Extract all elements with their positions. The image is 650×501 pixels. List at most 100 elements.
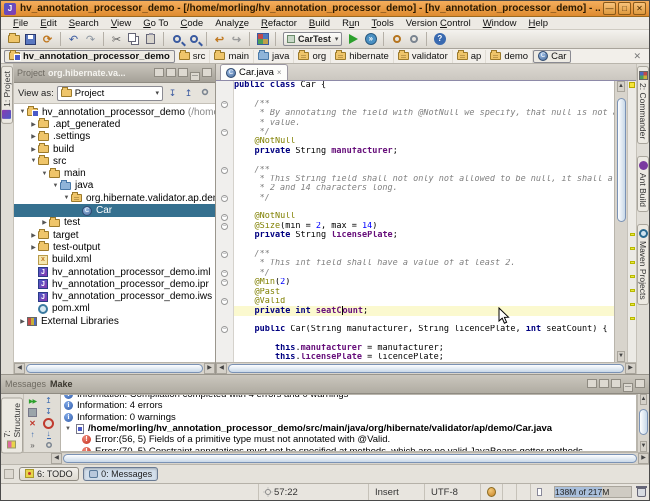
open-icon[interactable]: [5, 31, 22, 47]
code-line[interactable]: * This String field shall not only not a…: [216, 175, 614, 184]
tree-item-java[interactable]: ▼java: [14, 180, 215, 192]
code-line[interactable]: [216, 203, 614, 212]
readonly-toggle[interactable]: [530, 484, 548, 500]
project-panel-header[interactable]: Project org.hibernate.va... —: [14, 64, 215, 83]
tree-item-main[interactable]: ▼main: [14, 167, 215, 179]
dock-icon[interactable]: [166, 68, 176, 77]
copy-icon[interactable]: [125, 31, 142, 47]
menu-analyze[interactable]: Analyze: [209, 18, 255, 29]
minimize-icon[interactable]: —: [623, 383, 633, 392]
project-tree-hscrollbar[interactable]: ◀ ▶: [14, 362, 215, 374]
collapsed-arrow-icon[interactable]: ▶: [29, 232, 38, 239]
encoding-indicator[interactable]: UTF-8: [424, 484, 480, 500]
expanded-arrow-icon[interactable]: ▼: [40, 171, 49, 177]
expanded-arrow-icon[interactable]: ▼: [51, 183, 60, 189]
code-line[interactable]: private int seatCount;: [216, 306, 614, 315]
tree-item-car[interactable]: CCar: [14, 204, 215, 216]
messages-header[interactable]: Messages Make —: [1, 375, 649, 394]
tree-item-org-hibernate-validator-ap-demo[interactable]: ▼org.hibernate.validator.ap.demo: [14, 192, 215, 204]
scrollbar-thumb[interactable]: [617, 98, 626, 222]
tree-item-hv-annotation-processor-demo-ipr[interactable]: Jhv_annotation_processor_demo.ipr: [14, 278, 215, 290]
tree-item-test-output[interactable]: ▶test-output: [14, 241, 215, 253]
menu-run[interactable]: Run: [336, 18, 365, 29]
error-stripe[interactable]: [627, 81, 636, 362]
warning-stripe-mark[interactable]: [630, 317, 635, 320]
breadcrumb-item-java[interactable]: java: [254, 50, 294, 63]
settings-icon[interactable]: [198, 87, 211, 100]
code-line[interactable]: private String licensePlate;: [216, 231, 614, 240]
code-editor[interactable]: public class Car {− /** * By annotating …: [216, 81, 614, 362]
info-row[interactable]: iInformation: 0 warnings: [64, 412, 636, 423]
code-line[interactable]: − public Car(String manufacturer, String…: [216, 325, 614, 334]
code-line[interactable]: @NotNull: [216, 137, 614, 146]
warning-stripe-mark[interactable]: [630, 247, 635, 250]
expanded-arrow-icon[interactable]: ▼: [18, 109, 27, 115]
fold-marker-icon[interactable]: −: [221, 251, 228, 258]
breadcrumb-item-hibernate[interactable]: hibernate: [331, 50, 394, 63]
toolwindow-button-7-structure[interactable]: 7: Structure: [1, 397, 23, 453]
code-line[interactable]: * By annotating the field with @NotNull …: [216, 109, 614, 118]
collapsed-arrow-icon[interactable]: ▶: [29, 133, 38, 140]
file-row[interactable]: ▼/home/morling/hv_annotation_processor_d…: [64, 423, 636, 434]
warning-stripe-mark[interactable]: [630, 275, 635, 278]
toolwindow-button-2-commander[interactable]: 2: Commander: [637, 66, 649, 144]
garbage-collector-icon[interactable]: [637, 488, 646, 497]
expanded-arrow-icon[interactable]: ▼: [29, 158, 38, 164]
expanded-arrow-icon[interactable]: ▼: [64, 426, 72, 432]
fold-marker-icon[interactable]: −: [221, 167, 228, 174]
tree-item-test[interactable]: ▶test: [14, 217, 215, 229]
fold-marker-icon[interactable]: −: [221, 223, 228, 230]
help-icon[interactable]: ?: [431, 31, 448, 47]
collapse-all-icon[interactable]: ↥: [182, 87, 195, 100]
breadcrumb-item-demo[interactable]: demo: [486, 50, 533, 63]
collapsed-arrow-icon[interactable]: ▶: [29, 146, 38, 153]
menu-refactor[interactable]: Refactor: [255, 18, 303, 29]
hide-icon[interactable]: [635, 379, 645, 388]
tree-item--apt-generated[interactable]: ▶.apt_generated: [14, 118, 215, 130]
code-line[interactable]: − */: [216, 194, 614, 203]
warning-stripe-mark[interactable]: [630, 233, 635, 236]
minimize-button[interactable]: —: [603, 2, 616, 15]
undo-icon[interactable]: [65, 31, 82, 47]
editor-vscrollbar[interactable]: ▲ ▼: [614, 81, 627, 362]
code-line[interactable]: * 2 and 14 characters long.: [216, 184, 614, 193]
caret-position[interactable]: 57:22: [258, 484, 368, 500]
project-structure-icon[interactable]: [254, 31, 271, 47]
stop-icon[interactable]: [25, 407, 40, 417]
menu-window[interactable]: Window: [477, 18, 523, 29]
fold-marker-icon[interactable]: −: [221, 129, 228, 136]
breadcrumb-item-main[interactable]: main: [210, 50, 254, 63]
find-icon[interactable]: [168, 31, 185, 47]
menu-edit[interactable]: Edit: [34, 18, 62, 29]
code-line[interactable]: * This int field shall have a value of a…: [216, 259, 614, 268]
code-line[interactable]: − @Min(2): [216, 278, 614, 287]
pin-icon[interactable]: [178, 68, 188, 77]
code-line[interactable]: [216, 156, 614, 165]
tree-item-target[interactable]: ▶target: [14, 229, 215, 241]
filter-icon[interactable]: [41, 418, 56, 429]
tree-item-build[interactable]: ▶build: [14, 143, 215, 155]
scroll-left-icon[interactable]: ◀: [216, 363, 227, 374]
toolwindow-button-6-todo[interactable]: 6: TODO: [19, 467, 79, 481]
view-as-combo[interactable]: Project ▾: [57, 86, 163, 101]
close-icon[interactable]: [25, 418, 40, 428]
tree-item--settings[interactable]: ▶.settings: [14, 131, 215, 143]
breadcrumb-item-car[interactable]: CCar: [533, 50, 571, 63]
collapsed-arrow-icon[interactable]: ▶: [29, 121, 38, 128]
fold-marker-icon[interactable]: −: [221, 195, 228, 202]
collapse-all-icon[interactable]: [41, 396, 56, 406]
code-line[interactable]: * value.: [216, 119, 614, 128]
code-line[interactable]: − /**: [216, 100, 614, 109]
menu-build[interactable]: Build: [303, 18, 336, 29]
fold-marker-icon[interactable]: −: [221, 279, 228, 286]
breadcrumb-item-src[interactable]: src: [175, 50, 211, 63]
hide-icon[interactable]: [202, 68, 212, 77]
redo-icon[interactable]: [82, 31, 99, 47]
tree-item-hv-annotation-processor-demo[interactable]: ▼hv_annotation_processor_demo(/home/: [14, 106, 215, 118]
scroll-up-icon[interactable]: ▲: [617, 81, 625, 92]
code-line[interactable]: − /**: [216, 250, 614, 259]
insert-mode-indicator[interactable]: Insert: [368, 484, 424, 500]
code-line[interactable]: this.licensePlate = licencePlate;: [216, 353, 614, 362]
scrollbar-thumb[interactable]: [63, 454, 637, 463]
close-button[interactable]: ✕: [633, 2, 646, 15]
